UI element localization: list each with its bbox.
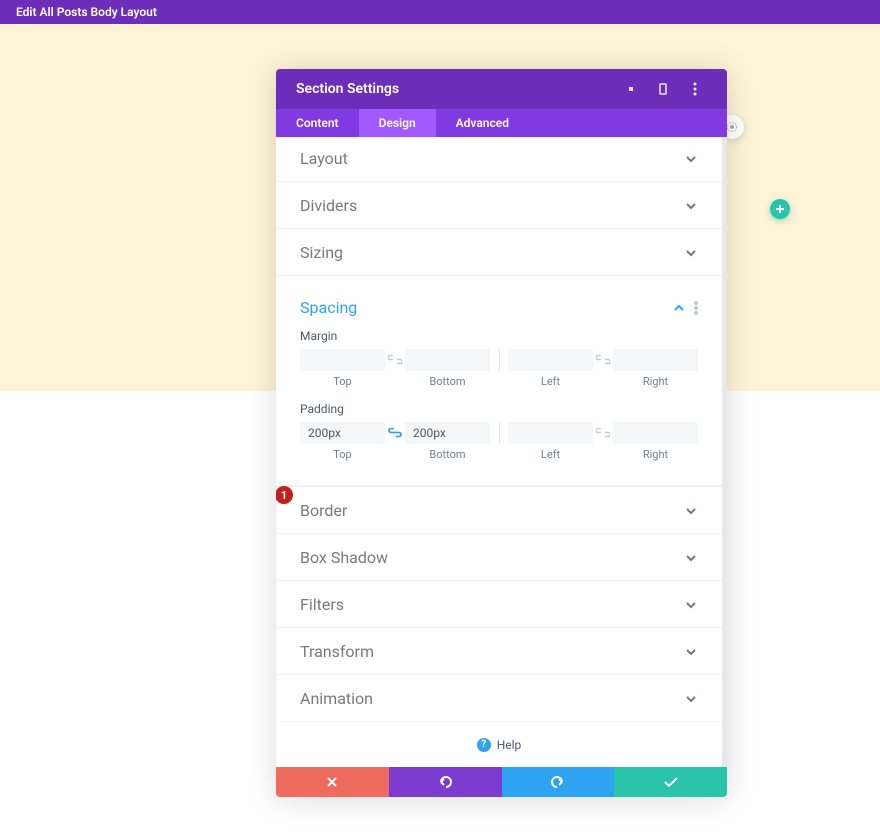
accordion-animation[interactable]: Animation <box>276 674 722 721</box>
cancel-button[interactable] <box>276 767 389 797</box>
admin-top-bar: Edit All Posts Body Layout <box>0 0 880 24</box>
fullscreen-icon[interactable] <box>619 77 643 101</box>
close-icon <box>327 777 337 787</box>
link-icon[interactable] <box>594 349 612 371</box>
chevron-down-icon <box>684 152 698 166</box>
caption-left: Left <box>508 375 593 388</box>
caption-top: Top <box>300 375 385 388</box>
check-icon <box>664 777 678 787</box>
accordion-label: Filters <box>300 595 684 614</box>
modal-body: 1 Layout Dividers Sizing Spacing <box>276 137 722 767</box>
accordion-layout[interactable]: Layout <box>276 137 722 181</box>
link-icon[interactable] <box>386 349 404 371</box>
chevron-down-icon <box>684 645 698 659</box>
modal-tabs: Content Design Advanced <box>276 109 727 137</box>
caption-left: Left <box>508 448 593 461</box>
chevron-down-icon <box>684 598 698 612</box>
modal-header: Section Settings <box>276 69 727 109</box>
padding-left-input[interactable] <box>508 422 593 444</box>
link-icon[interactable] <box>594 422 612 444</box>
accordion-filters[interactable]: Filters <box>276 580 722 627</box>
separator <box>490 349 508 371</box>
accordion-label: Spacing <box>300 298 672 317</box>
undo-icon <box>438 775 452 789</box>
more-icon[interactable] <box>683 77 707 101</box>
modal-title: Section Settings <box>296 81 611 97</box>
accordion-transform[interactable]: Transform <box>276 627 722 674</box>
modal-footer <box>276 767 727 797</box>
chevron-down-icon <box>684 692 698 706</box>
accordion-label: Box Shadow <box>300 548 684 567</box>
accordion-border[interactable]: Border <box>276 486 722 533</box>
caption-top: Top <box>300 448 385 461</box>
accordion-dividers[interactable]: Dividers <box>276 181 722 228</box>
margin-right-input[interactable] <box>613 349 698 371</box>
save-button[interactable] <box>614 767 727 797</box>
margin-label: Margin <box>300 329 698 343</box>
redo-button[interactable] <box>502 767 615 797</box>
redo-icon <box>551 775 565 789</box>
padding-right-input[interactable] <box>613 422 698 444</box>
margin-top-input[interactable] <box>300 349 385 371</box>
accordion-label: Layout <box>300 149 684 168</box>
accordion-box-shadow[interactable]: Box Shadow <box>276 533 722 580</box>
spacing-panel: Margin <box>276 321 722 486</box>
tab-advanced[interactable]: Advanced <box>436 109 529 137</box>
section-settings-modal: Section Settings Content Design Advanced… <box>276 69 727 797</box>
caption-right: Right <box>613 375 698 388</box>
tab-content[interactable]: Content <box>276 109 359 137</box>
responsive-icon[interactable] <box>651 77 675 101</box>
accordion-label: Dividers <box>300 196 684 215</box>
margin-bottom-input[interactable] <box>405 349 490 371</box>
help-label: Help <box>497 738 522 752</box>
caption-right: Right <box>613 448 698 461</box>
accordion-sizing[interactable]: Sizing <box>276 228 722 275</box>
scrollbar[interactable] <box>722 137 727 767</box>
tab-design[interactable]: Design <box>359 109 436 137</box>
accordion-label: Sizing <box>300 243 684 262</box>
help-row[interactable]: ? Help <box>276 721 722 767</box>
chevron-down-icon <box>684 504 698 518</box>
help-icon: ? <box>477 738 491 752</box>
accordion-options-icon[interactable] <box>694 301 698 315</box>
link-icon[interactable] <box>386 422 404 444</box>
page-title: Edit All Posts Body Layout <box>16 5 157 19</box>
accordion-label: Border <box>300 501 684 520</box>
separator <box>490 422 508 444</box>
padding-label: Padding <box>300 402 698 416</box>
padding-top-input[interactable] <box>300 422 385 444</box>
caption-bottom: Bottom <box>405 375 490 388</box>
chevron-up-icon <box>672 301 686 315</box>
add-section-fab[interactable] <box>770 199 790 219</box>
accordion-label: Transform <box>300 642 684 661</box>
chevron-down-icon <box>684 199 698 213</box>
caption-bottom: Bottom <box>405 448 490 461</box>
padding-bottom-input[interactable] <box>405 422 490 444</box>
accordion-spacing[interactable]: Spacing <box>276 275 722 321</box>
chevron-down-icon <box>684 551 698 565</box>
undo-button[interactable] <box>389 767 502 797</box>
accordion-label: Animation <box>300 689 684 708</box>
chevron-down-icon <box>684 246 698 260</box>
margin-left-input[interactable] <box>508 349 593 371</box>
